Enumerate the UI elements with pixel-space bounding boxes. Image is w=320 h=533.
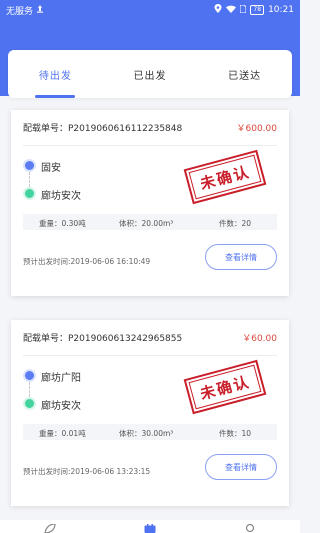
destination-dot-icon <box>25 399 34 408</box>
wifi-icon <box>226 5 237 16</box>
unconfirmed-stamp: 未确认 <box>183 149 267 205</box>
cargo-specs: 重量：0.30吨 体积：20.00m³ 件数：20 <box>23 214 277 230</box>
route-line <box>29 172 30 187</box>
origin-text: 廊坊广阳 <box>41 373 81 384</box>
destination-dot-icon <box>25 189 34 198</box>
destination-text: 廊坊安次 <box>41 191 81 202</box>
battery-indicator: 78 <box>250 5 265 15</box>
route: 廊坊广阳 廊坊安次 <box>23 366 143 416</box>
pieces-text: 件数：20 <box>219 219 252 228</box>
volume-text: 体积：30.00m³ <box>119 429 174 438</box>
order-price: ￥600.00 <box>236 124 278 134</box>
origin-text: 固安 <box>41 163 61 174</box>
route-line <box>29 382 30 397</box>
location-icon <box>214 4 222 16</box>
user-icon[interactable] <box>243 524 257 533</box>
weight-text: 重量：0.30吨 <box>39 219 86 228</box>
route: 固安 廊坊安次 <box>23 156 143 206</box>
status-bar: 无服务 78 10:21 <box>0 0 300 20</box>
clock-text: 10:21 <box>268 5 294 15</box>
order-price: ￥60.00 <box>242 334 277 344</box>
divider <box>23 145 277 146</box>
volume-text: 体积：20.00m³ <box>119 219 174 228</box>
weight-text: 重量：0.01吨 <box>39 429 86 438</box>
departure-time: 预计出发时间:2019-06-06 16:10:49 <box>23 257 151 266</box>
tab-bar: 待出发 已出发 已送达 <box>8 50 292 98</box>
cargo-specs: 重量：0.01吨 体积：30.00m³ 件数：10 <box>23 424 277 440</box>
tab-delivered[interactable]: 已送达 <box>197 50 292 98</box>
origin-dot-icon <box>25 161 34 170</box>
order-number: 配载单号：P2019060613242965855 <box>23 334 183 344</box>
tab-pending[interactable]: 待出发 <box>8 50 103 98</box>
origin-dot-icon <box>25 371 34 380</box>
divider <box>23 355 277 356</box>
departure-time: 预计出发时间:2019-06-06 13:23:15 <box>23 467 151 476</box>
pieces-text: 件数：10 <box>219 429 252 438</box>
bottom-nav <box>0 520 300 533</box>
sim-icon <box>239 4 247 16</box>
leaf-icon[interactable] <box>43 524 57 533</box>
calendar-icon[interactable] <box>143 524 157 533</box>
unconfirmed-stamp: 未确认 <box>183 359 267 415</box>
carrier-text: 无服务 <box>6 6 34 17</box>
order-card[interactable]: 配载单号：P2019060613242965855 ￥60.00 廊坊广阳 廊坊… <box>11 320 289 506</box>
data-usb-icon <box>36 4 44 16</box>
order-card[interactable]: 配载单号：P2019060616112235848 ￥600.00 固安 廊坊安… <box>11 110 289 296</box>
view-details-button[interactable]: 查看详情 <box>205 454 277 480</box>
destination-text: 廊坊安次 <box>41 401 81 412</box>
tab-departed[interactable]: 已出发 <box>103 50 198 98</box>
view-details-button[interactable]: 查看详情 <box>205 244 277 270</box>
order-number: 配载单号：P2019060616112235848 <box>23 124 183 134</box>
